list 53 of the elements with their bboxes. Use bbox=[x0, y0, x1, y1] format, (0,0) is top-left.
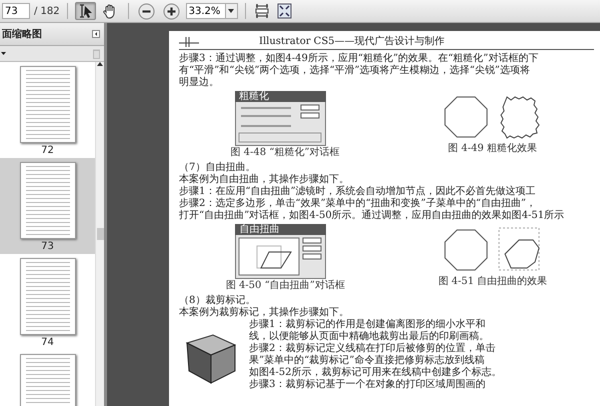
zoom-out-button[interactable] bbox=[136, 2, 157, 20]
corner-mark-icon bbox=[179, 37, 199, 47]
zoom-field[interactable]: 33.2% bbox=[186, 3, 226, 19]
text-line: 步骤1：裁剪标记的作用是创建偏离图形的细小水平和 bbox=[249, 319, 486, 330]
figure-caption: 图 4-49 粗糙化效果 bbox=[448, 143, 537, 155]
text-line: 本案例为裁剪标记，其操作步骤如下。 bbox=[179, 307, 350, 318]
distorted-octagon-drawing bbox=[498, 228, 540, 270]
text-line: 步骤3：裁剪标记基于一个在对象的打印区域周围画的 bbox=[249, 379, 486, 391]
text-line: 打开“自由扭曲”对话框，如图4-50所示。通过调整，应用自由扭曲的效果如图4-51所示 bbox=[179, 210, 566, 222]
octagon-drawing bbox=[444, 230, 488, 270]
full-screen-icon bbox=[276, 3, 292, 19]
text-cursor-arrow-icon bbox=[79, 4, 92, 18]
page-count: / 182 bbox=[34, 6, 60, 16]
page-label: 73 bbox=[41, 241, 54, 252]
thumbnail-item[interactable]: 73 bbox=[0, 158, 95, 254]
text-line: 如图4-52所示，裁剪标记可用来在线稿中创建多个标志。 bbox=[249, 367, 502, 378]
text-line: 线，以便能够从页面中精确地裁剪出最后的印刷画稿。 bbox=[249, 331, 490, 342]
options-caret-icon[interactable] bbox=[1, 52, 6, 55]
running-header: Illustrator CS5——现代广告设计与制作 bbox=[259, 36, 445, 48]
caret-icon bbox=[228, 9, 234, 13]
figure-caption: 图 4-50 “自由扭曲”对话框 bbox=[226, 280, 345, 292]
fit-page-icon bbox=[254, 3, 269, 19]
text-line: 步骤2：选定多边形，单击“效果”菜单中的“扭曲和变换”子菜单中的“自由扭曲”， bbox=[179, 198, 538, 210]
page-label: 74 bbox=[41, 337, 54, 348]
text-line: （8）裁剪标记。 bbox=[179, 295, 256, 306]
text-line: 步骤2：裁剪标记定义线稿在打印后被修剪的位置，单击 bbox=[249, 343, 496, 354]
page-label: 72 bbox=[41, 145, 54, 156]
scroll-thumb[interactable] bbox=[96, 228, 104, 240]
dialog-title: 自由扭曲 bbox=[235, 224, 326, 236]
page-number-field[interactable]: 73 bbox=[2, 3, 30, 19]
figure-caption: 图 4-48 “粗糙化”对话框 bbox=[230, 147, 340, 159]
fit-page-button[interactable] bbox=[252, 2, 271, 20]
thumbnail-item[interactable]: 72 bbox=[0, 62, 95, 158]
text-line: 果”菜单中的“裁剪标记”命令直接把修剪标志放到线稿 bbox=[249, 355, 486, 366]
text-line: （7）自由扭曲。 bbox=[179, 162, 256, 174]
zoom-in-button[interactable] bbox=[160, 2, 182, 20]
octagon-drawing bbox=[444, 96, 488, 138]
scrollbar[interactable] bbox=[95, 62, 104, 406]
rough-octagon-drawing bbox=[500, 96, 540, 139]
text-line: 有“平滑”和“尖锐”两个选项，选择“平滑”选项将产生模糊边，选择“尖锐”选项将 bbox=[179, 65, 531, 76]
text-line: 明显边。 bbox=[179, 77, 220, 89]
select-tool-button[interactable] bbox=[74, 2, 96, 20]
figure-caption: 图 4-51 自由扭曲的效果 bbox=[438, 276, 548, 288]
text-line: 步骤3：通过调整，如图4-49所示，应用“粗糙化”的效果。在“粗糙化”对话框的下 bbox=[179, 53, 540, 64]
full-screen-button[interactable] bbox=[274, 2, 294, 20]
zoom-dropdown-button[interactable] bbox=[226, 3, 238, 19]
collapse-button[interactable] bbox=[92, 30, 100, 38]
text-line: 本案例为自由扭曲，其操作步骤如下。 bbox=[179, 174, 350, 186]
hand-icon bbox=[102, 4, 114, 18]
thumbnail-item[interactable]: 74 bbox=[0, 254, 95, 350]
dialog-title: 粗糙化 bbox=[235, 91, 326, 103]
text-line: 步骤1：在应用“自由扭曲”滤镜时，系统会自动增加节点，因此不必首先做这项工 bbox=[179, 186, 537, 198]
panel-title: 面缩略图 bbox=[2, 28, 42, 41]
